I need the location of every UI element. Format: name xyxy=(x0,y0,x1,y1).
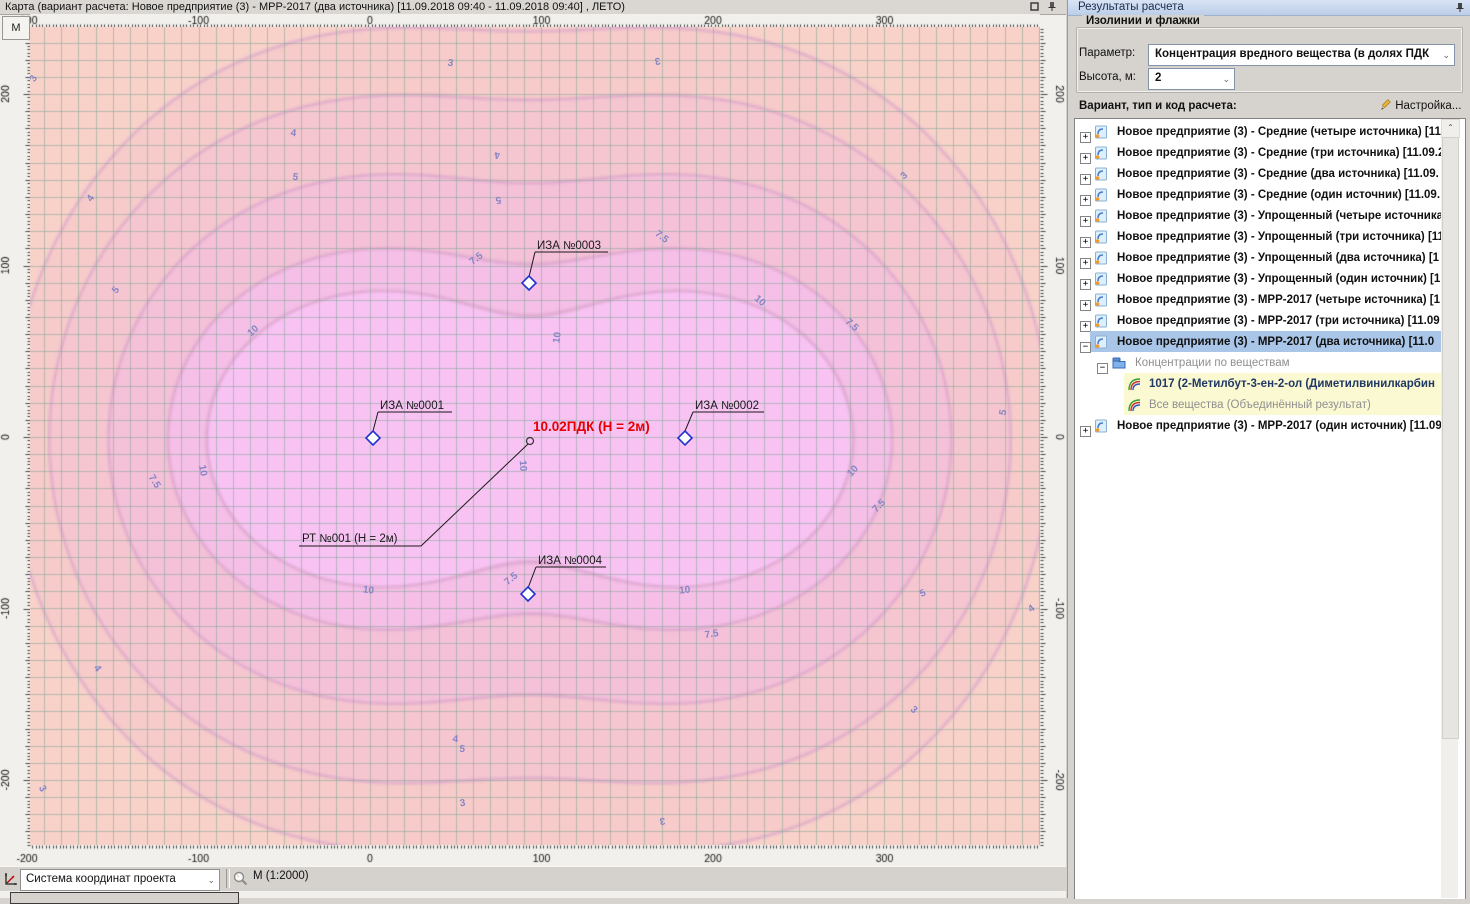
map-scale-label: М (1:2000) xyxy=(253,870,309,882)
height-select[interactable]: 2 ⌄ xyxy=(1148,68,1235,90)
coord-system-value: Система координат проекта xyxy=(26,870,176,889)
parameter-value: Концентрация вредного вещества (в долях … xyxy=(1155,45,1436,63)
chevron-down-icon: ⌄ xyxy=(1222,70,1230,88)
map-window-title: Карта (вариант расчета: Новое предприяти… xyxy=(5,0,625,14)
tree-item-label: Новое предприятие (3) - Средние (два ист… xyxy=(1117,168,1439,180)
scrollbar-up-icon[interactable]: ⌃ xyxy=(1441,119,1460,138)
isolines-group-title: Изолинии и флажки xyxy=(1082,15,1204,27)
map-window: Карта (вариант расчета: Новое предприяти… xyxy=(0,0,1066,898)
partial-window-below xyxy=(10,892,239,904)
tree-item[interactable]: +Новое предприятие (3) - Средние (два ис… xyxy=(1076,163,1445,184)
tree-item[interactable]: −Новое предприятие (3) - МРР-2017 (два и… xyxy=(1076,331,1445,352)
height-label: Высота, м: xyxy=(1079,71,1136,83)
tree-item-label: Новое предприятие (3) - Средние (один ис… xyxy=(1117,189,1440,201)
tree-item[interactable]: +Новое предприятие (3) - Упрощенный (два… xyxy=(1076,247,1445,268)
tree-item[interactable]: +Новое предприятие (3) - Средние (четыре… xyxy=(1076,121,1445,142)
tree-item[interactable]: 1017 (2-Метилбут-3-ен-2-ол (Диметилвинил… xyxy=(1076,373,1445,394)
tree-item-label: Новое предприятие (3) - МРР-2017 (четыре… xyxy=(1117,294,1440,306)
tree-item-label: Новое предприятие (3) - Упрощенный (четы… xyxy=(1117,210,1443,222)
zoom-scale-icon[interactable] xyxy=(232,870,249,892)
tree-item-label: Новое предприятие (3) - МРР-2017 (три ис… xyxy=(1117,315,1440,327)
tree-item[interactable]: +Новое предприятие (3) - МРР-2017 (три и… xyxy=(1076,310,1445,331)
pin-icon[interactable] xyxy=(1455,2,1465,18)
calc-variant-icon xyxy=(1094,209,1108,223)
restore-window-icon[interactable] xyxy=(1028,1,1041,13)
results-panel-title: Результаты расчета xyxy=(1078,0,1184,15)
tree-item[interactable]: + Новое предприятие (3) - МРР-2017 (один … xyxy=(1076,415,1445,436)
calc-variants-tree: + Новое предприятие (3) - Средние (четыре… xyxy=(1074,118,1466,899)
calc-variant-icon xyxy=(1094,146,1108,160)
folder-icon xyxy=(1112,357,1126,369)
pencil-icon xyxy=(1380,99,1392,111)
calc-variant-icon xyxy=(1094,335,1108,349)
tree-item-label: Все вещества (Объединённый результат) xyxy=(1149,399,1371,411)
parameter-label: Параметр: xyxy=(1079,47,1135,59)
calc-variant-icon xyxy=(1094,419,1108,433)
tree-item-label: 1017 (2-Метилбут-3-ен-2-ол (Диметилвинил… xyxy=(1149,378,1435,390)
map-status-bar: Система координат проекта ⌄ М (1:2000) xyxy=(0,866,1066,891)
calc-variant-icon xyxy=(1094,125,1108,139)
ruler-unit-box: М xyxy=(2,16,30,40)
tree-item[interactable]: +Новое предприятие (3) - Средние (один и… xyxy=(1076,184,1445,205)
calc-variant-icon xyxy=(1094,293,1108,307)
results-panel: Результаты расчета Изолинии и флажки Пар… xyxy=(1067,0,1470,898)
tree-item-label: Новое предприятие (3) - МРР-2017 (один и… xyxy=(1117,420,1442,432)
tree-item[interactable]: +Новое предприятие (3) - МРР-2017 (четыр… xyxy=(1076,289,1445,310)
coord-system-select[interactable]: Система координат проекта ⌄ xyxy=(20,869,220,891)
chevron-down-icon: ⌄ xyxy=(207,871,215,890)
settings-link[interactable]: Настройка... xyxy=(1380,99,1461,112)
tree-item[interactable]: +Новое предприятие (3) - Упрощенный (чет… xyxy=(1076,205,1445,226)
tree-item[interactable]: −Концентрации по веществам xyxy=(1076,352,1445,373)
calc-variant-icon xyxy=(1094,188,1108,202)
tree-item-label: Концентрации по веществам xyxy=(1135,357,1290,369)
tree-item-label: Новое предприятие (3) - Упрощенный (два … xyxy=(1117,252,1439,264)
tree-item[interactable]: +Новое предприятие (3) - Упрощенный (оди… xyxy=(1076,268,1445,289)
pin-icon[interactable] xyxy=(1045,1,1058,13)
tree-item-label: Новое предприятие (3) - Средние (три ист… xyxy=(1117,147,1444,159)
tree-item[interactable]: +Новое предприятие (3) - Упрощенный (три… xyxy=(1076,226,1445,247)
tree-item[interactable]: Все вещества (Объединённый результат) xyxy=(1076,394,1445,415)
status-separator xyxy=(226,869,230,888)
calc-variant-icon xyxy=(1094,230,1108,244)
map-window-titlebar: Карта (вариант расчета: Новое предприяти… xyxy=(0,0,1066,15)
results-panel-header: Результаты расчета xyxy=(1068,0,1470,16)
height-value: 2 xyxy=(1155,69,1161,87)
tree-item-label: Новое предприятие (3) - Упрощенный (три … xyxy=(1117,231,1444,243)
isolines-icon xyxy=(1128,377,1142,391)
expand-plus-icon[interactable]: + xyxy=(1080,426,1091,437)
tree-item-label: Новое предприятие (3) - Средние (четыре … xyxy=(1117,126,1441,138)
calc-variant-icon xyxy=(1094,272,1108,286)
tree-item-label: Новое предприятие (3) - Упрощенный (один… xyxy=(1117,273,1440,285)
scrollbar-thumb[interactable] xyxy=(1442,137,1459,739)
tree-item[interactable]: +Новое предприятие (3) - Средние (три ис… xyxy=(1076,142,1445,163)
tree-scrollbar[interactable]: ⌃ xyxy=(1441,119,1458,898)
calc-variant-icon xyxy=(1094,167,1108,181)
map-canvas[interactable] xyxy=(30,27,1040,845)
calc-variant-icon xyxy=(1094,251,1108,265)
coord-axes-icon xyxy=(3,871,19,892)
parameter-select[interactable]: Концентрация вредного вещества (в долях … xyxy=(1148,44,1455,66)
variant-label: Вариант, тип и код расчета: xyxy=(1079,100,1237,112)
isolines-icon xyxy=(1128,398,1142,412)
chevron-down-icon: ⌄ xyxy=(1442,46,1450,64)
calc-variant-icon xyxy=(1094,314,1108,328)
tree-item-label: Новое предприятие (3) - МРР-2017 (два ис… xyxy=(1117,336,1434,348)
